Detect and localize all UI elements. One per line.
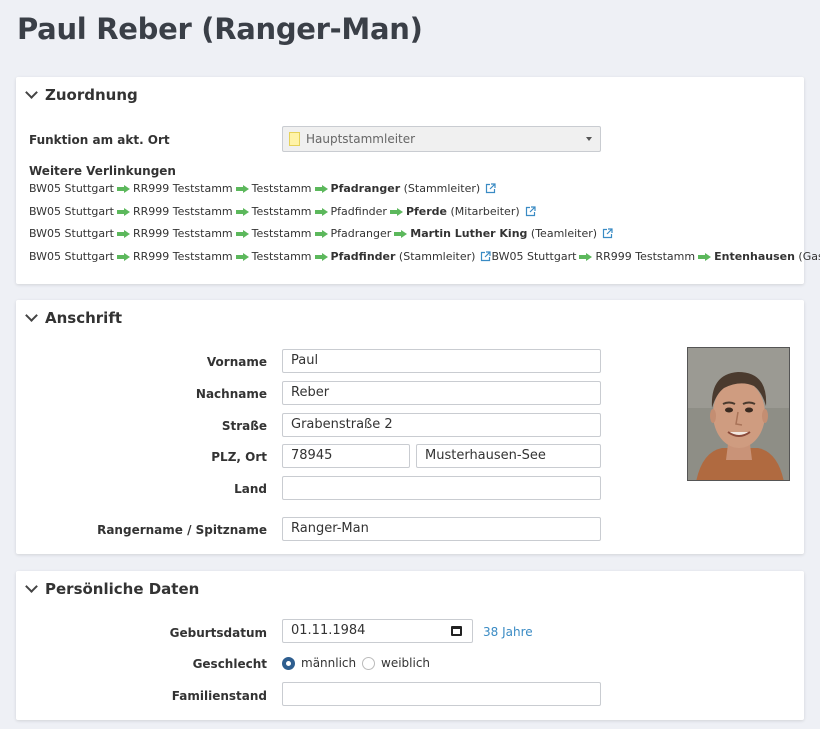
arrow-right-icon	[235, 252, 249, 261]
strasse-input[interactable]: Grabenstraße 2	[282, 413, 601, 437]
caret-down-icon	[586, 137, 592, 141]
verlinkung-segment: Teststamm	[251, 227, 312, 240]
arrow-right-icon	[235, 229, 249, 238]
familienstand-label: Familienstand	[171, 689, 267, 703]
arrow-right-icon	[314, 207, 328, 216]
geschlecht-option-label: weiblich	[381, 656, 431, 670]
chevron-down-icon	[25, 580, 38, 593]
plzort-label: PLZ, Ort	[211, 450, 267, 464]
chevron-down-icon	[25, 86, 38, 99]
radio-selected-icon	[282, 656, 295, 670]
anschrift-title: Anschrift	[45, 309, 123, 327]
land-input[interactable]	[282, 476, 601, 500]
verlinkung-role: (Teamleiter)	[527, 227, 598, 240]
calendar-icon[interactable]	[451, 626, 462, 636]
rangername-input[interactable]: Ranger-Man	[282, 517, 601, 541]
arrow-right-icon	[394, 229, 408, 238]
verlinkung-segment: Pfadranger	[330, 182, 401, 195]
arrow-right-icon	[389, 207, 403, 216]
profile-photo[interactable]	[687, 347, 790, 481]
geschlecht-weiblich-radio[interactable]: weiblich	[362, 656, 430, 670]
zuordnung-title: Zuordnung	[45, 86, 138, 104]
arrow-right-icon	[116, 252, 130, 261]
verlinkung-segment: RR999 Teststamm	[132, 227, 233, 240]
nachname-input[interactable]: Reber	[282, 381, 601, 405]
verlinkung-role: (Gast)	[798, 250, 820, 263]
verlinkung-segment: BW05 Stuttgart	[29, 227, 114, 240]
verlinkung-segment: Pfadranger	[330, 227, 392, 240]
weitere-label: Weitere Verlinkungen	[29, 164, 176, 178]
arrow-right-icon	[235, 184, 249, 193]
persoenlich-card: Persönliche Daten Geburtsdatum 01.11.198…	[16, 571, 804, 720]
land-label: Land	[234, 482, 267, 496]
arrow-right-icon	[116, 207, 130, 216]
verlinkung-segment: Entenhausen	[714, 250, 795, 263]
funktion-label: Funktion am akt. Ort	[29, 133, 170, 147]
verlinkung-role: (Mitarbeiter)	[447, 205, 520, 218]
external-link-icon[interactable]	[485, 183, 496, 194]
geburtsdatum-value: 01.11.1984	[291, 623, 366, 638]
geschlecht-maennlich-radio[interactable]: männlich	[282, 656, 356, 670]
verlinkung-row[interactable]: BW05 Stuttgart RR999 Teststamm Teststamm Pf…	[29, 182, 496, 195]
arrow-right-icon	[116, 229, 130, 238]
verlinkung-segment: Pfadfinder	[330, 250, 396, 263]
verlinkung-segment: BW05 Stuttgart	[29, 250, 114, 263]
funktion-value: Hauptstammleiter	[306, 132, 416, 146]
geburtsdatum-label: Geburtsdatum	[169, 626, 267, 640]
verlinkung-segment: RR999 Teststamm	[132, 250, 233, 263]
zuordnung-header[interactable]: Zuordnung	[25, 86, 138, 104]
chevron-down-icon	[25, 309, 38, 322]
external-link-icon[interactable]	[525, 206, 536, 217]
verlinkung-segment: Martin Luther King	[410, 227, 528, 240]
verlinkung-segment: BW05 Stuttgart	[29, 205, 114, 218]
verlinkung-role: (Stammleiter)	[400, 182, 481, 195]
rangername-label: Rangername / Spitzname	[97, 523, 267, 537]
arrow-right-icon	[579, 252, 593, 261]
stamm-icon	[289, 132, 300, 146]
radio-unselected-icon	[362, 656, 375, 670]
geburtsdatum-input[interactable]: 01.11.1984	[282, 619, 473, 643]
strasse-label: Straße	[221, 419, 267, 433]
persoenlich-header[interactable]: Persönliche Daten	[25, 580, 200, 598]
familienstand-input[interactable]	[282, 682, 601, 706]
verlinkung-role: (Stammleiter)	[395, 250, 476, 263]
verlinkung-segment: BW05 Stuttgart	[491, 250, 577, 263]
plz-input[interactable]: 78945	[282, 444, 410, 468]
verlinkung-segment: Teststamm	[251, 205, 312, 218]
verlinkung-segment: BW05 Stuttgart	[29, 182, 114, 195]
arrow-right-icon	[314, 184, 328, 193]
nachname-label: Nachname	[195, 387, 267, 401]
verlinkung-row[interactable]: BW05 Stuttgart RR999 Teststamm Teststamm Pf…	[29, 227, 613, 240]
verlinkung-row[interactable]: BW05 Stuttgart RR999 Teststamm Teststamm Pf…	[29, 250, 820, 263]
persoenlich-title: Persönliche Daten	[45, 580, 200, 598]
portrait-image	[688, 348, 789, 480]
page-title: Paul Reber (Ranger-Man)	[17, 12, 423, 46]
vorname-label: Vorname	[206, 355, 267, 369]
ort-input[interactable]: Musterhausen-See	[416, 444, 601, 468]
verlinkung-segment: Teststamm	[251, 182, 312, 195]
arrow-right-icon	[314, 252, 328, 261]
zuordnung-card: Zuordnung Funktion am akt. Ort Hauptstam…	[16, 77, 820, 284]
arrow-right-icon	[235, 207, 249, 216]
vorname-input[interactable]: Paul	[282, 349, 601, 373]
arrow-right-icon	[116, 184, 130, 193]
verlinkung-segment: Teststamm	[251, 250, 312, 263]
arrow-right-icon	[314, 229, 328, 238]
verlinkung-row[interactable]: BW05 Stuttgart RR999 Teststamm Teststamm Pf…	[29, 205, 536, 218]
geschlecht-option-label: männlich	[301, 656, 357, 670]
arrow-right-icon	[698, 252, 712, 261]
external-link-icon[interactable]	[602, 228, 613, 239]
verlinkung-segment: Pfadfinder	[330, 205, 387, 218]
alter-text: 38 Jahre	[483, 625, 533, 639]
verlinkung-segment: RR999 Teststamm	[132, 182, 233, 195]
verlinkung-segment: RR999 Teststamm	[595, 250, 696, 263]
geschlecht-label: Geschlecht	[192, 657, 267, 671]
anschrift-card: Anschrift Vorname Paul Nachname Reber St…	[16, 300, 804, 554]
verlinkung-segment: Pferde	[405, 205, 448, 218]
anschrift-header[interactable]: Anschrift	[25, 309, 123, 327]
external-link-icon[interactable]	[480, 251, 492, 262]
verlinkung-segment: RR999 Teststamm	[132, 205, 233, 218]
funktion-select[interactable]: Hauptstammleiter	[282, 126, 601, 152]
